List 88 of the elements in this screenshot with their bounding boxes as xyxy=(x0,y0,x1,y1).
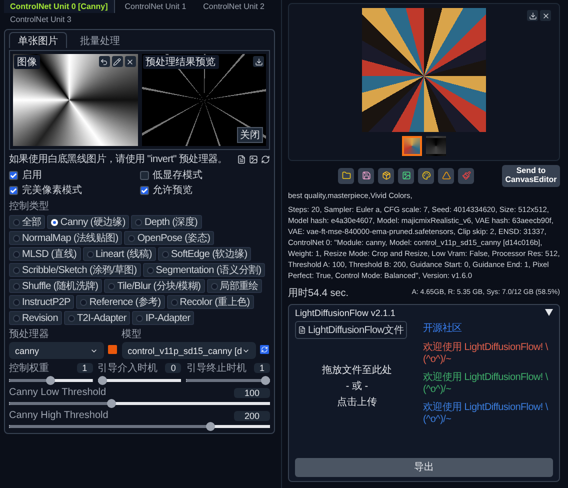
package-icon[interactable] xyxy=(378,168,394,184)
radio-option[interactable]: 局部重绘 xyxy=(206,279,262,293)
download-icon[interactable] xyxy=(253,56,264,67)
welcome-message: 欢迎使用 LightDiffusionFlow! \(^o^)/~ xyxy=(423,400,549,425)
radio-option[interactable]: Tile/Blur (分块/模糊) xyxy=(104,279,205,293)
radio-option[interactable]: T2I-Adapter xyxy=(64,311,130,325)
refresh-icon[interactable] xyxy=(260,345,269,354)
unit-tab[interactable]: ControlNet Unit 2 xyxy=(197,0,272,13)
folder-icon[interactable] xyxy=(338,168,354,184)
number-field[interactable]: 0 xyxy=(165,363,182,373)
slider-label: 引导介入时机 xyxy=(98,362,158,375)
unit-tab[interactable]: ControlNet Unit 1 xyxy=(118,0,194,13)
radio-option[interactable]: InstructP2P xyxy=(9,295,74,309)
checkbox[interactable] xyxy=(140,170,148,180)
swap-icon[interactable] xyxy=(261,154,270,164)
file-name: LightDiffusionFlow文件 xyxy=(308,324,404,337)
unit-tab[interactable]: ControlNet Unit 3 xyxy=(4,13,78,26)
close-button[interactable]: 关闭 xyxy=(237,127,263,143)
checkbox-label: 完美像素模式 xyxy=(22,184,82,197)
slider-track[interactable] xyxy=(186,376,270,385)
model-dropdown[interactable]: control_v11p_sd15_canny [d xyxy=(122,342,256,359)
radio-option[interactable]: Segmentation (语义分割) xyxy=(142,263,266,277)
file-icon xyxy=(298,326,306,334)
input-tab[interactable]: 单张图片 xyxy=(9,32,67,48)
thumbnail[interactable] xyxy=(426,136,446,156)
slider-thumb[interactable] xyxy=(107,399,116,408)
radio-option[interactable]: Shuffle (随机洗牌) xyxy=(9,279,102,293)
expand-icon[interactable] xyxy=(545,309,553,316)
slider-label: 引导终止时机 xyxy=(186,362,246,375)
close-icon[interactable] xyxy=(540,10,551,21)
checkbox-label: 启用 xyxy=(22,168,42,182)
number-field[interactable]: 1 xyxy=(254,363,270,373)
slider-thumb[interactable] xyxy=(98,376,107,385)
checkbox[interactable] xyxy=(9,170,18,180)
send-button[interactable]: Send to CanvasEditor xyxy=(502,165,560,187)
checkbox[interactable] xyxy=(9,186,18,194)
radio-option[interactable]: Depth (深度) xyxy=(131,215,202,229)
radio-option[interactable]: Reference (参考) xyxy=(76,295,165,309)
slider-label: 控制权重 xyxy=(9,362,49,375)
brush-icon[interactable] xyxy=(458,168,474,184)
preprocessor-dropdown[interactable]: canny xyxy=(9,342,104,359)
welcome-message: 欢迎使用 LightDiffusionFlow! \(^o^)/~ xyxy=(423,370,549,395)
palette-icon[interactable] xyxy=(418,168,434,184)
time-text: 用时54.4 sec. xyxy=(288,286,349,300)
panel-title: LightDiffusionFlow v2.1.1 xyxy=(295,308,396,318)
radio-option[interactable]: MLSD (直线) xyxy=(9,247,81,261)
number-field[interactable]: 200 xyxy=(234,410,270,420)
community-link[interactable]: 开源社区 xyxy=(423,320,553,335)
checkbox-label: 允许预览 xyxy=(152,184,192,197)
radio-option[interactable]: Revision xyxy=(9,311,62,325)
radio-option[interactable]: IP-Adapter xyxy=(132,311,194,325)
undo-icon[interactable] xyxy=(98,56,110,67)
export-button[interactable]: 导出 xyxy=(295,458,553,477)
document-icon[interactable] xyxy=(237,154,246,164)
slider-label: Canny Low Threshold xyxy=(9,387,106,398)
hint-text: 如果使用白底黑线图片，请使用 "invert" 预处理器。 xyxy=(9,152,228,166)
radio-option[interactable]: Lineart (线稿) xyxy=(82,247,156,261)
slider-thumb[interactable] xyxy=(206,422,215,431)
radio-option[interactable]: NormalMap (法线贴图) xyxy=(9,231,122,245)
section-label: 控制类型 xyxy=(9,200,50,213)
image-icon[interactable] xyxy=(398,168,414,184)
close-icon[interactable] xyxy=(124,56,136,67)
field-label: 预处理器 xyxy=(9,328,50,341)
radio-option[interactable]: Scribble/Sketch (涂鸦/草图) xyxy=(9,263,141,277)
slider-label: Canny High Threshold xyxy=(9,410,108,421)
checkbox[interactable] xyxy=(140,186,148,194)
edit-icon[interactable] xyxy=(112,56,122,67)
welcome-message: 欢迎使用 LightDiffusionFlow! \(^o^)/~ xyxy=(423,340,549,365)
thumbnail[interactable] xyxy=(402,136,422,156)
slider-track[interactable] xyxy=(98,376,182,385)
image-label: 图像 xyxy=(14,55,40,69)
number-field[interactable]: 1 xyxy=(76,363,93,373)
input-tab[interactable]: 批量处理 xyxy=(71,32,129,48)
field-label: 模型 xyxy=(122,328,143,341)
save-icon[interactable] xyxy=(358,168,374,184)
image-label: 预处理结果预览 xyxy=(142,55,218,69)
radio-option[interactable]: Recolor (重上色) xyxy=(166,295,254,309)
upload-dropzone[interactable]: 拖放文件至此处 - 或 - 点击上传 xyxy=(295,352,419,419)
radio-option[interactable]: OpenPose (姿态) xyxy=(124,231,214,245)
radio-option[interactable]: Canny (硬边缘) xyxy=(47,215,130,229)
radio-option[interactable]: 全部 xyxy=(9,215,46,229)
slider-thumb[interactable] xyxy=(260,376,270,385)
number-field[interactable]: 100 xyxy=(234,388,270,398)
unit-tab[interactable]: ControlNet Unit 0 [Canny] xyxy=(4,0,115,13)
radio-option[interactable]: SoftEdge (软边缘) xyxy=(158,247,252,261)
checkbox-label: 低显存模式 xyxy=(152,168,202,182)
download-icon[interactable] xyxy=(527,10,538,21)
slider-thumb[interactable] xyxy=(46,376,56,385)
